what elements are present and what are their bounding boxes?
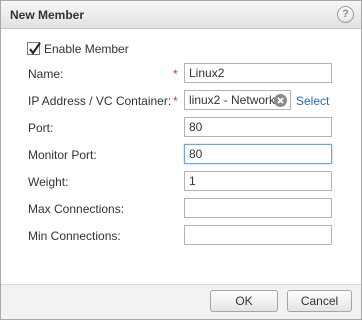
name-input[interactable] xyxy=(184,63,332,83)
cancel-button[interactable]: Cancel xyxy=(287,290,352,312)
enable-member-checkbox[interactable] xyxy=(27,42,41,55)
ip-container-field[interactable]: linux2 - Network xyxy=(184,90,291,110)
port-label: Port: xyxy=(28,121,54,135)
max-connections-label: Max Connections: xyxy=(28,202,125,216)
monitor-port-input[interactable] xyxy=(184,144,332,164)
dialog-titlebar: New Member ? xyxy=(1,1,361,29)
port-input[interactable] xyxy=(184,117,332,137)
monitor-port-label: Monitor Port: xyxy=(28,148,97,162)
help-icon[interactable]: ? xyxy=(337,6,354,23)
weight-label: Weight: xyxy=(28,175,69,189)
enable-member-label: Enable Member xyxy=(44,42,129,56)
dialog-title: New Member xyxy=(10,8,85,22)
ip-container-required-marker: * xyxy=(173,94,178,108)
ok-button[interactable]: OK xyxy=(210,290,278,312)
ip-container-label: IP Address / VC Container: xyxy=(28,94,172,108)
min-connections-input[interactable] xyxy=(184,225,332,245)
checkmark-icon xyxy=(29,42,41,55)
max-connections-input[interactable] xyxy=(184,198,332,218)
name-required-marker: * xyxy=(173,67,178,81)
new-member-dialog: New Member ? Enable Member Name: * IP Ad… xyxy=(0,0,362,320)
ip-container-value: linux2 - Network xyxy=(189,93,276,107)
weight-input[interactable] xyxy=(184,171,332,191)
min-connections-label: Min Connections: xyxy=(28,229,121,243)
select-link[interactable]: Select xyxy=(296,94,329,108)
dialog-footer: OK Cancel xyxy=(1,284,361,319)
name-label: Name: xyxy=(28,67,64,81)
clear-icon[interactable] xyxy=(274,94,287,107)
